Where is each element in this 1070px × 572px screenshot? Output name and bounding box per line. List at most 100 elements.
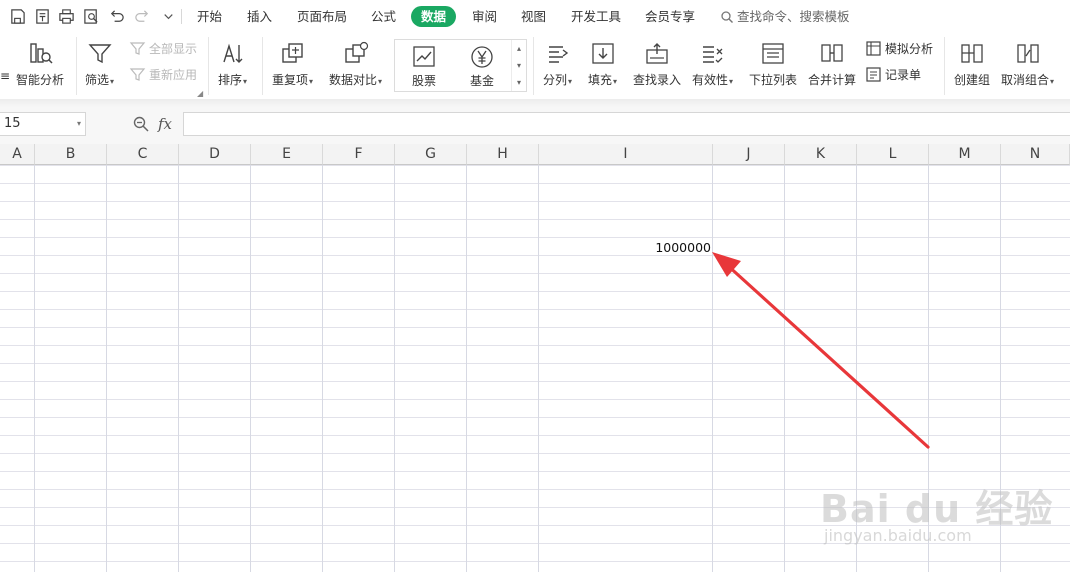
- insert-function-button[interactable]: fx: [158, 115, 172, 133]
- column-header-c[interactable]: C: [107, 144, 179, 165]
- expand-gallery-icon[interactable]: ▾: [517, 78, 521, 87]
- record-sheet-button[interactable]: 记录单: [865, 66, 921, 83]
- column-header-f[interactable]: F: [323, 144, 395, 165]
- tab-data[interactable]: 数据: [411, 6, 457, 27]
- reapply-label: 重新应用: [149, 68, 198, 82]
- tab-home[interactable]: 开始: [197, 6, 222, 27]
- validity-button[interactable]: 有效性▾: [692, 40, 733, 89]
- split-column-button[interactable]: 分列▾: [543, 40, 572, 89]
- dropdown-list-label: 下拉列表: [749, 73, 798, 87]
- tab-developer[interactable]: 开发工具: [571, 6, 621, 27]
- what-if-analysis-button[interactable]: 模拟分析: [865, 40, 933, 57]
- column-header-b[interactable]: B: [35, 144, 107, 165]
- sort-button[interactable]: 排序▾: [218, 40, 247, 89]
- watermark-logo: Bai du 经验: [820, 487, 1054, 531]
- print-icon[interactable]: [57, 7, 75, 25]
- column-header-a[interactable]: A: [0, 144, 35, 165]
- filter-reapply-icon: [129, 68, 146, 81]
- compare-icon: [342, 40, 370, 68]
- funds-button[interactable]: 基金: [469, 40, 495, 89]
- cell-i5-value[interactable]: 1000000: [632, 240, 711, 256]
- duplicates-icon: [279, 40, 307, 68]
- grid-line: [178, 165, 179, 572]
- validity-icon: [699, 40, 727, 68]
- chevron-down-icon[interactable]: [159, 7, 177, 25]
- grid-line: [466, 165, 467, 572]
- formula-input[interactable]: [183, 112, 1070, 136]
- fill-button[interactable]: 填充▾: [588, 40, 617, 89]
- tab-insert[interactable]: 插入: [247, 6, 272, 27]
- duplicates-label: 重复项▾: [272, 73, 314, 87]
- tab-review[interactable]: 审阅: [472, 6, 497, 27]
- fill-down-icon: [589, 40, 617, 68]
- column-header-i[interactable]: I: [539, 144, 713, 165]
- column-header-m[interactable]: M: [929, 144, 1001, 165]
- duplicates-button[interactable]: 重复项▾: [272, 40, 313, 89]
- lookup-entry-button[interactable]: 查找录入: [633, 40, 681, 87]
- column-header-h[interactable]: H: [467, 144, 539, 165]
- data-compare-label: 数据对比▾: [329, 73, 383, 87]
- formula-bar: 15 ▾ fx: [0, 107, 1070, 144]
- zoom-icon[interactable]: [132, 115, 150, 133]
- redo-icon[interactable]: [133, 7, 151, 25]
- export-icon[interactable]: [33, 7, 51, 25]
- chevron-down-icon[interactable]: ▾: [77, 113, 81, 135]
- command-search[interactable]: 查找命令、搜索模板: [720, 6, 850, 27]
- grid-line: [712, 165, 713, 572]
- ribbon-toolbar: ≡ 智能分析 筛选▾ 全部显示 重新应用 ◢ 排序▾ 重复项▾ 数据对比▾ 股票…: [0, 33, 1070, 99]
- ribbon-separator: [208, 37, 209, 95]
- grid-line: [106, 165, 107, 572]
- grid-line: [34, 165, 35, 572]
- chevron-down-icon[interactable]: ▾: [517, 61, 521, 70]
- data-compare-button[interactable]: 数据对比▾: [329, 40, 382, 89]
- grid-line: [250, 165, 251, 572]
- column-header-d[interactable]: D: [179, 144, 251, 165]
- stocks-button[interactable]: 股票: [411, 40, 437, 89]
- tab-member[interactable]: 会员专享: [645, 6, 695, 27]
- stock-chart-icon: [413, 46, 435, 67]
- print-preview-icon[interactable]: [82, 7, 100, 25]
- show-all-button[interactable]: 全部显示: [129, 40, 197, 57]
- tab-view[interactable]: 视图: [521, 6, 546, 27]
- split-column-icon: [544, 40, 572, 68]
- stocks-label: 股票: [411, 74, 436, 88]
- tab-formulas[interactable]: 公式: [371, 6, 396, 27]
- lookup-entry-label: 查找录入: [633, 73, 682, 87]
- dialog-launcher-icon[interactable]: ◢: [197, 89, 203, 98]
- baidu-watermark: Bai du 经验 jingyan.baidu.com: [820, 470, 1052, 550]
- ribbon-separator: [944, 37, 945, 95]
- create-group-label: 创建组: [954, 73, 991, 87]
- record-sheet-icon: [866, 67, 881, 82]
- name-box[interactable]: 15 ▾: [0, 112, 86, 136]
- column-header-j[interactable]: J: [713, 144, 785, 165]
- tab-page-layout[interactable]: 页面布局: [297, 6, 347, 27]
- dropdown-list-button[interactable]: 下拉列表: [749, 40, 797, 87]
- ungroup-label: 取消组合▾: [1001, 73, 1055, 87]
- column-header-l[interactable]: L: [857, 144, 929, 165]
- column-header-k[interactable]: K: [785, 144, 857, 165]
- undo-icon[interactable]: [107, 7, 125, 25]
- validity-label: 有效性▾: [692, 73, 734, 87]
- consolidate-label: 合并计算: [808, 73, 857, 87]
- consolidate-button[interactable]: 合并计算: [808, 40, 856, 87]
- chevron-up-icon[interactable]: ▴: [517, 44, 521, 53]
- column-header-g[interactable]: G: [395, 144, 467, 165]
- filter-button[interactable]: 筛选▾: [85, 40, 114, 89]
- watermark-url: jingyan.baidu.com: [824, 526, 972, 545]
- save-icon[interactable]: [8, 7, 26, 25]
- reapply-button[interactable]: 重新应用: [129, 66, 197, 83]
- column-header-n[interactable]: N: [1001, 144, 1070, 165]
- grid-line: [784, 165, 785, 572]
- data-type-gallery: 股票 基金 ▴ ▾ ▾: [394, 39, 527, 92]
- create-group-button[interactable]: 创建组: [954, 40, 990, 87]
- grid-line: [538, 165, 539, 572]
- column-header-e[interactable]: E: [251, 144, 323, 165]
- ribbon-separator: [533, 37, 534, 95]
- smart-analysis-button[interactable]: 智能分析: [16, 40, 64, 87]
- sort-icon: [219, 40, 247, 68]
- ungroup-button[interactable]: 取消组合▾: [1001, 40, 1054, 89]
- smart-analysis-label: 智能分析: [16, 73, 65, 87]
- ribbon-divider: [0, 99, 1070, 107]
- smart-analysis-icon: [26, 40, 54, 68]
- gallery-scroll[interactable]: ▴ ▾ ▾: [511, 40, 526, 91]
